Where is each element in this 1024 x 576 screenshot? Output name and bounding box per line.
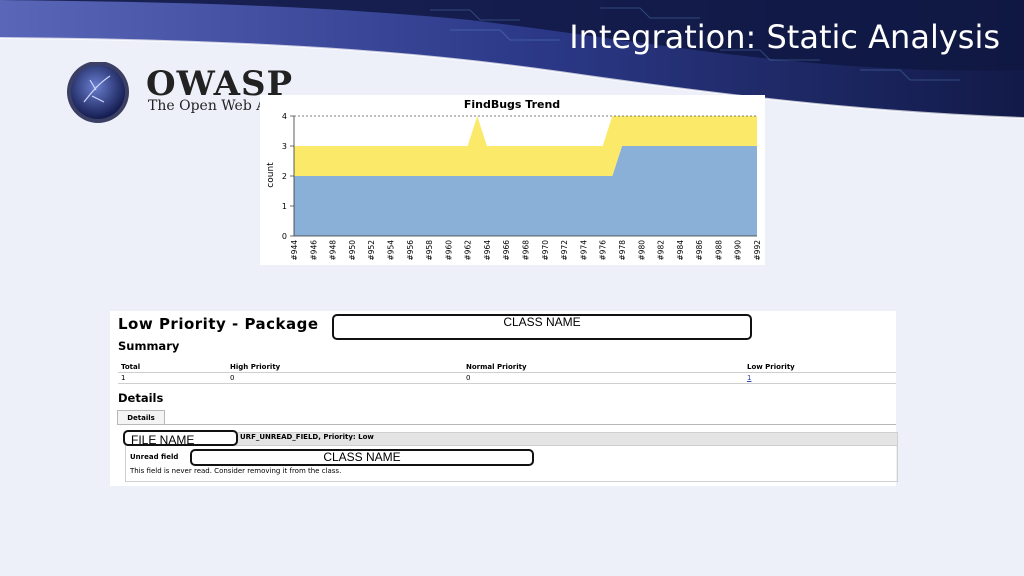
x-tick-label: #988 [714,240,723,261]
y-tick-label: 0 [282,232,287,241]
x-tick-label: #984 [676,240,685,261]
chart-ylabel: count [266,162,276,188]
cell-normal-priority: 0 [466,374,471,382]
chart-title: FindBugs Trend [464,98,560,111]
column-normal-priority: Normal Priority [466,363,527,371]
column-low-priority: Low Priority [747,363,795,371]
table-divider [118,372,896,373]
y-tick-label: 2 [282,172,287,181]
x-tick-label: #976 [599,240,608,261]
x-tick-label: #948 [329,240,338,261]
y-tick-label: 1 [282,202,287,211]
tab-details[interactable]: Details [117,410,165,425]
x-tick-label: #950 [348,240,357,261]
class-name-redaction-2: CLASS NAME [190,449,534,466]
cell-total: 1 [121,374,126,382]
slide-title: Integration: Static Analysis [569,18,1000,56]
column-high-priority: High Priority [230,363,281,371]
x-tick-label: #952 [367,240,376,261]
x-tick-label: #954 [387,240,396,261]
details-heading: Details [118,391,164,405]
x-tick-label: #980 [637,240,646,261]
y-tick-label: 4 [282,112,287,121]
x-tick-label: #970 [541,240,550,261]
findbugs-report: Low Priority - Package CLASS NAME Summar… [110,311,898,486]
class-name-redaction: CLASS NAME [332,314,752,340]
x-tick-label: #986 [695,240,704,261]
bug-title: Unread field [130,453,179,461]
x-tick-label: #958 [425,240,434,261]
x-tick-label: #982 [657,240,666,261]
report-title: Low Priority - Package [118,315,319,333]
x-tick-label: #972 [560,240,569,261]
x-tick-label: #960 [444,240,453,261]
bug-type-label: URF_UNREAD_FIELD, Priority: Low [240,433,374,441]
logo-tagline: The Open Web A [148,98,262,114]
column-total: Total [121,363,141,371]
bug-description: This field is never read. Consider remov… [130,467,342,475]
y-tick-label: 3 [282,142,287,151]
table-bottom-line [118,383,896,384]
x-tick-label: #968 [522,240,531,261]
findbugs-trend-chart: FindBugs Trend count 0 1 2 3 4 #944 #946 #948 #… [260,95,765,265]
x-tick-label: #978 [618,240,627,261]
x-tick-label: #946 [309,240,318,261]
x-tick-label: #956 [406,240,415,261]
low-priority-count-link[interactable]: 1 [747,374,751,382]
tab-underline [117,424,896,425]
x-tick-label: #962 [464,240,473,261]
cell-high-priority: 0 [230,374,235,382]
x-tick-label: #966 [502,240,511,261]
x-tick-label: #990 [734,240,743,261]
summary-heading: Summary [118,339,180,353]
file-name-redaction: FILE NAME [123,430,238,447]
x-tick-label: #974 [579,240,588,261]
x-tick-label: #964 [483,240,492,261]
x-tick-label: #944 [290,240,299,261]
x-tick-label: #992 [753,240,762,261]
